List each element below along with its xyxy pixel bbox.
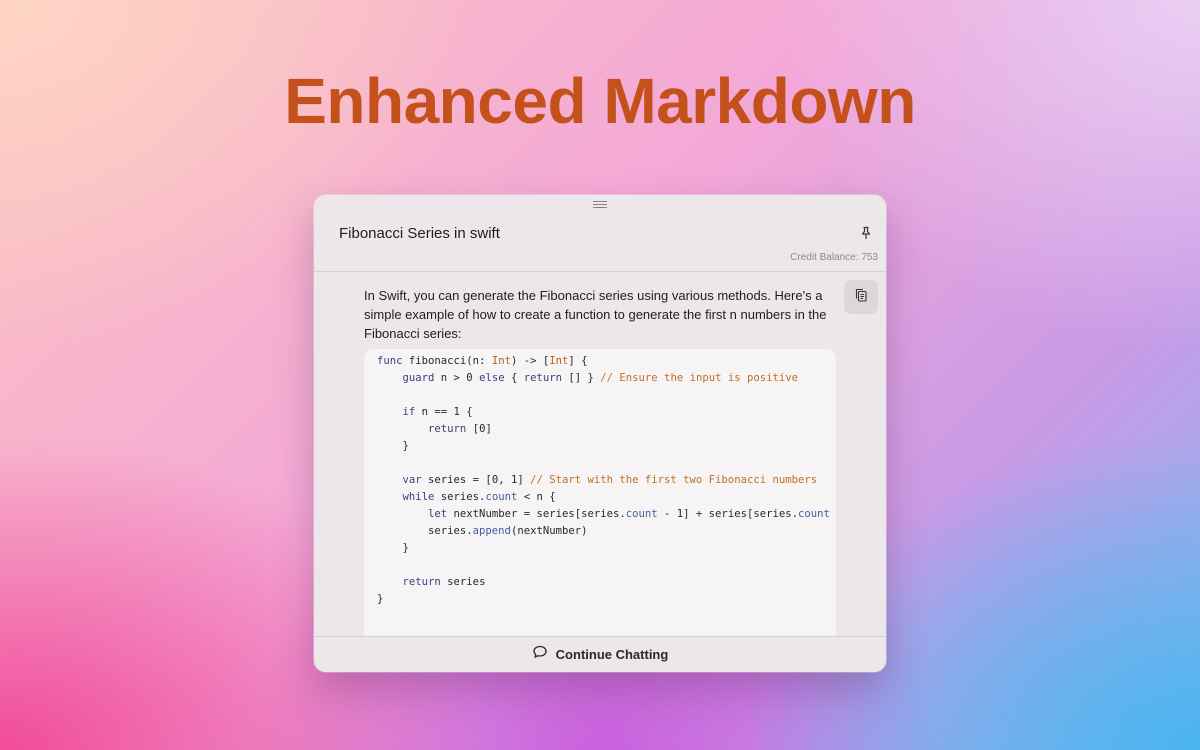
code-line: func fibonacci(n: Int) -> [Int] { (377, 355, 588, 367)
panel-title: Fibonacci Series in swift (339, 225, 500, 242)
credit-balance: Credit Balance: 753 (790, 252, 878, 263)
code-line: series.append(nextNumber) (377, 525, 588, 537)
continue-chatting-button[interactable]: Continue Chatting (314, 637, 886, 672)
code-line: } (377, 440, 409, 452)
credit-balance-label: Credit Balance: (790, 252, 859, 263)
code-line: } (377, 542, 409, 554)
code-line: return [0] (428, 423, 492, 435)
pin-icon[interactable] (858, 225, 874, 241)
code-line: let nextNumber = series[series.count - 1… (428, 508, 830, 520)
copy-icon (853, 287, 869, 308)
code-block: func fibonacci(n: Int) -> [Int] { guard … (364, 349, 836, 639)
code-line: while series.count < n { (402, 491, 556, 503)
code-line: guard n > 0 else { return [] } // Ensure… (402, 372, 798, 384)
code-line: if n == 1 { (402, 406, 473, 418)
chat-bubble-icon (532, 644, 548, 665)
hero-title: Enhanced Markdown (284, 65, 916, 137)
response-intro-text: In Swift, you can generate the Fibonacci… (364, 288, 827, 341)
credit-balance-value: 753 (861, 252, 878, 263)
code-line: var series = [0, 1] // Start with the fi… (402, 474, 818, 486)
drag-handle-icon[interactable] (593, 201, 607, 209)
copy-button[interactable] (844, 280, 878, 314)
code-line: } (377, 593, 384, 605)
chat-panel: Fibonacci Series in swift Credit Balance… (314, 195, 886, 672)
continue-chatting-label: Continue Chatting (555, 647, 669, 662)
header-divider (314, 271, 886, 272)
code-line: return series (402, 576, 486, 588)
